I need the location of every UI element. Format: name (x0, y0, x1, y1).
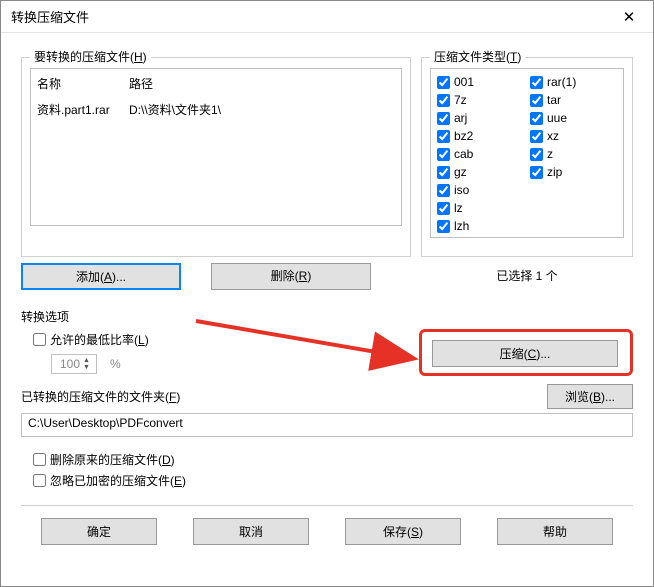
type-cab-checkbox[interactable] (437, 148, 450, 161)
col-name-header[interactable]: 名称 (37, 71, 129, 96)
type-label: cab (454, 147, 473, 161)
type-label: bz2 (454, 129, 473, 143)
type-label: rar(1) (547, 75, 576, 89)
type-label: xz (547, 129, 559, 143)
add-button[interactable]: 添加(A)... (21, 263, 181, 290)
min-ratio-spinner[interactable]: ▲▼ % (51, 354, 419, 374)
type-tar-checkbox[interactable] (530, 94, 543, 107)
close-icon[interactable]: ✕ (615, 8, 643, 26)
type-7z-checkbox[interactable] (437, 94, 450, 107)
type-label: uue (547, 111, 567, 125)
type-label: lzh (454, 219, 469, 233)
type-rar-checkbox[interactable] (530, 76, 543, 89)
delete-original-label: 删除原来的压缩文件(D) (50, 451, 175, 468)
types-group-title: 压缩文件类型(T) (430, 48, 525, 65)
type-uue-checkbox[interactable] (530, 112, 543, 125)
save-button[interactable]: 保存(S) (345, 518, 461, 545)
type-label: zip (547, 165, 562, 179)
percent-label: % (110, 357, 121, 371)
min-ratio-check[interactable]: 允许的最低比率(L) (33, 331, 419, 348)
selected-count-label: 已选择 1 个 (421, 267, 633, 284)
listview-header: 名称 路径 (31, 69, 401, 99)
type-label: 7z (454, 93, 467, 107)
files-listview[interactable]: 名称 路径 资料.part1.rar D:\\资料\文件夹1\ (30, 68, 402, 226)
compress-highlight: 压缩(C)... (419, 329, 633, 376)
col-path-header[interactable]: 路径 (129, 71, 395, 96)
type-lz-checkbox[interactable] (437, 202, 450, 215)
type-bz2-checkbox[interactable] (437, 130, 450, 143)
type-label: tar (547, 93, 561, 107)
table-row[interactable]: 资料.part1.rar D:\\资料\文件夹1\ (31, 99, 401, 120)
type-label: arj (454, 111, 467, 125)
bottom-button-row: 确定 取消 保存(S) 帮助 (21, 505, 633, 545)
output-folder-input[interactable]: C:\User\Desktop\PDFconvert (21, 413, 633, 437)
min-ratio-checkbox[interactable] (33, 333, 46, 346)
type-zip-checkbox[interactable] (530, 166, 543, 179)
ok-button[interactable]: 确定 (41, 518, 157, 545)
type-gz-checkbox[interactable] (437, 166, 450, 179)
options-label: 转换选项 (21, 308, 633, 325)
skip-encrypted-checkbox[interactable] (33, 474, 46, 487)
type-z-checkbox[interactable] (530, 148, 543, 161)
files-group-title: 要转换的压缩文件(H) (30, 48, 151, 65)
dialog-window: 转换压缩文件 ✕ 要转换的压缩文件(H) 名称 路径 资料.part1.rar (0, 0, 654, 587)
cancel-button[interactable]: 取消 (193, 518, 309, 545)
type-label: iso (454, 183, 469, 197)
titlebar: 转换压缩文件 ✕ (1, 1, 653, 33)
type-label: 001 (454, 75, 474, 89)
remove-button[interactable]: 删除(R) (211, 263, 371, 290)
skip-encrypted-check[interactable]: 忽略已加密的压缩文件(E) (33, 472, 633, 489)
type-arj-checkbox[interactable] (437, 112, 450, 125)
type-xz-checkbox[interactable] (530, 130, 543, 143)
file-name-cell: 资料.part1.rar (37, 101, 129, 118)
type-label: gz (454, 165, 467, 179)
skip-encrypted-label: 忽略已加密的压缩文件(E) (50, 472, 186, 489)
file-path-cell: D:\\资料\文件夹1\ (129, 101, 395, 118)
types-group: 压缩文件类型(T) 001 rar(1) 7z tar arj uue bz2 … (421, 57, 633, 257)
delete-original-checkbox[interactable] (33, 453, 46, 466)
folder-label: 已转换的压缩文件的文件夹(F) (21, 388, 180, 405)
compress-button[interactable]: 压缩(C)... (432, 340, 618, 367)
spinner-icon[interactable]: ▲▼ (83, 357, 90, 371)
types-list: 001 rar(1) 7z tar arj uue bz2 xz cab z g… (430, 68, 624, 238)
browse-button[interactable]: 浏览(B)... (547, 384, 633, 409)
window-title: 转换压缩文件 (11, 7, 615, 26)
files-group: 要转换的压缩文件(H) 名称 路径 资料.part1.rar D:\\资料\文件… (21, 57, 411, 257)
min-ratio-label: 允许的最低比率(L) (50, 331, 149, 348)
type-001-checkbox[interactable] (437, 76, 450, 89)
min-ratio-input[interactable] (51, 354, 97, 374)
type-label: z (547, 147, 553, 161)
type-label: lz (454, 201, 463, 215)
type-lzh-checkbox[interactable] (437, 220, 450, 233)
delete-original-check[interactable]: 删除原来的压缩文件(D) (33, 451, 633, 468)
help-button[interactable]: 帮助 (497, 518, 613, 545)
type-iso-checkbox[interactable] (437, 184, 450, 197)
